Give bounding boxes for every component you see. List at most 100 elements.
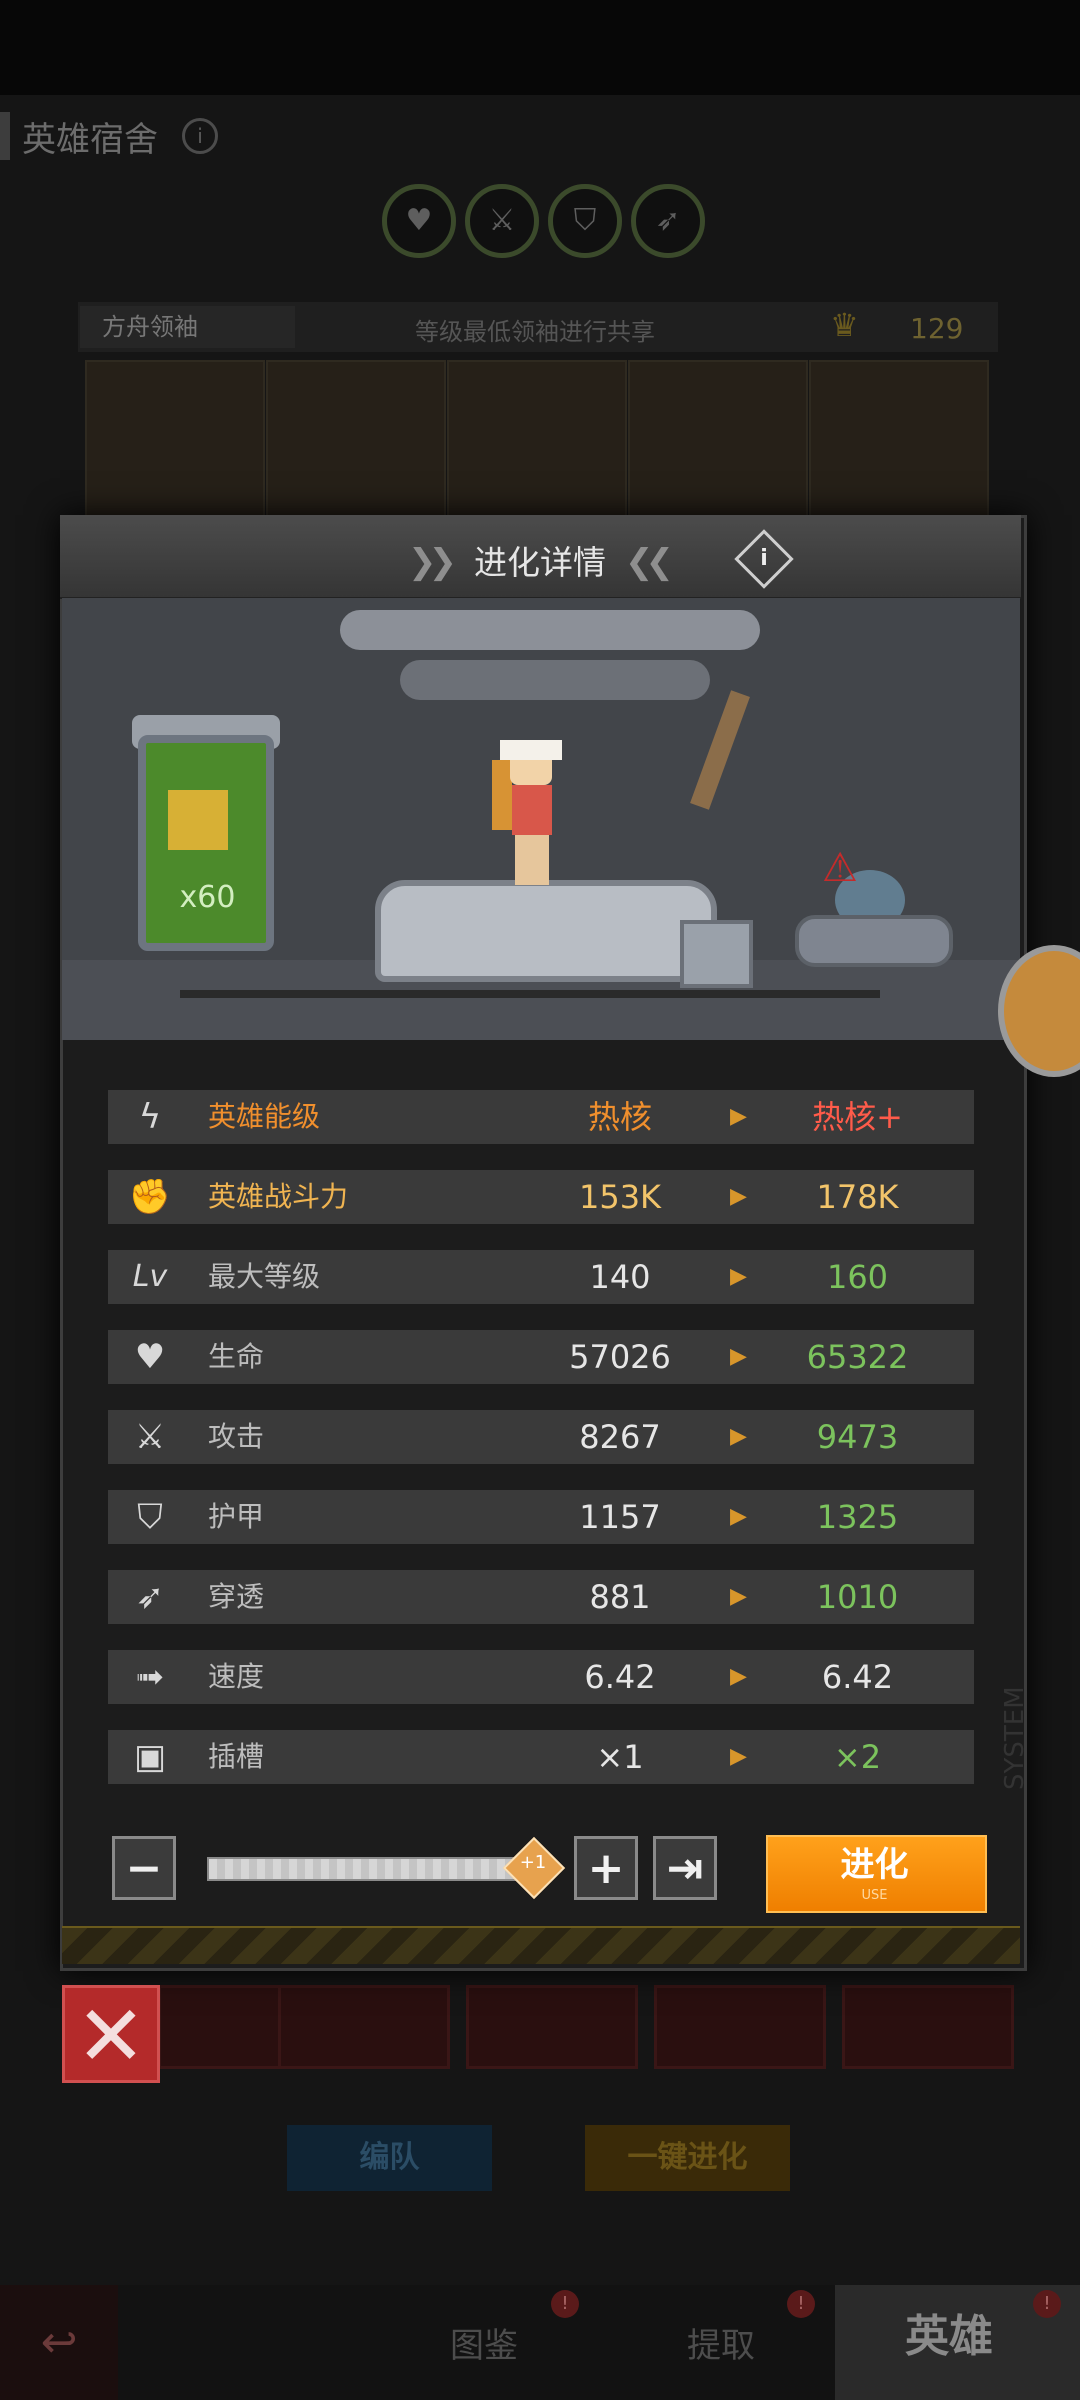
fist-icon: ✊ [128, 1177, 172, 1217]
sword-filter-icon[interactable]: ⚔ [465, 184, 539, 258]
evolve-count-slider[interactable] [207, 1857, 536, 1881]
evolve-button-label: 进化 [840, 1845, 909, 1885]
shard-count: x60 [179, 880, 236, 915]
status-bar-area [0, 0, 1080, 95]
stat-current: 140 [589, 1258, 651, 1296]
heart-filter-icon[interactable]: ♥ [382, 184, 456, 258]
stat-current: 8267 [579, 1418, 661, 1456]
stat-label: 最大等级 [208, 1260, 321, 1293]
lab-console [680, 920, 753, 988]
stat-label: 英雄能级 [208, 1100, 321, 1133]
stat-label: 生命 [208, 1340, 265, 1373]
leader-label: 方舟领袖 [80, 306, 295, 348]
team-button[interactable]: 编队 [287, 2125, 492, 2191]
stat-current: 153K [578, 1178, 662, 1216]
stat-next: 160 [826, 1258, 889, 1296]
title-accent [0, 112, 10, 160]
max-button[interactable]: ⇥ [653, 1836, 717, 1900]
pierce-icon: ➶ [135, 1577, 165, 1617]
hero-portrait[interactable] [447, 360, 627, 519]
stat-label: 穿透 [208, 1580, 265, 1613]
plus-button[interactable]: + [574, 1836, 638, 1900]
stat-current: 57026 [569, 1338, 671, 1376]
stat-label: 护甲 [208, 1500, 265, 1533]
stat-label: 插槽 [208, 1740, 265, 1773]
chevron-left-icon: ❮❮ [625, 542, 674, 582]
share-text: 等级最低领袖进行共享 [415, 318, 655, 346]
stat-label: 攻击 [208, 1420, 265, 1453]
arrow-icon: ▶ [730, 1504, 747, 1529]
slot-card [654, 1985, 826, 2069]
stat-next: ×2 [833, 1738, 882, 1776]
page-title: 英雄宿舍 [22, 120, 158, 160]
stat-next: 1010 [816, 1578, 899, 1616]
hero-sprite [515, 835, 549, 885]
arrow-icon: ▶ [730, 1184, 747, 1209]
info-icon[interactable]: i [182, 118, 218, 154]
close-button[interactable]: ✕ [62, 1985, 160, 2084]
arrow-icon: ▶ [730, 1744, 747, 1769]
stat-current: ×1 [596, 1738, 644, 1776]
stat-next: 9473 [816, 1418, 899, 1456]
stat-label: 英雄战斗力 [208, 1180, 349, 1213]
hazard-stripe [62, 1926, 1020, 1964]
sword-icon: ⚔ [134, 1417, 166, 1457]
modal-title: 进化详情 [474, 543, 606, 582]
arrow-icon: ▶ [730, 1584, 747, 1609]
stat-label: 速度 [208, 1660, 265, 1693]
speed-icon: ➟ [135, 1657, 165, 1697]
shield-icon: ⛉ [137, 1497, 163, 1537]
slot-card [278, 1985, 450, 2069]
nav-codex[interactable]: 图鉴 [450, 2318, 518, 2367]
hero-sprite [492, 760, 512, 830]
arrow-icon: ▶ [730, 1664, 747, 1689]
minus-button[interactable]: − [112, 1836, 176, 1900]
hero-portrait[interactable] [628, 360, 808, 519]
back-icon[interactable]: ↩ [0, 2285, 118, 2400]
alert-icon: ⚠ [822, 845, 858, 891]
stat-next: 6.42 [821, 1658, 894, 1696]
pierce-filter-icon[interactable]: ➶ [631, 184, 705, 258]
level-icon: Lv [132, 1259, 168, 1294]
stat-current: 881 [589, 1578, 651, 1616]
hero-portrait[interactable] [85, 360, 265, 519]
arrow-icon: ▶ [730, 1104, 747, 1129]
arrow-icon: ▶ [730, 1264, 747, 1289]
system-watermark: SYSTEM [1000, 1686, 1030, 1790]
beacon-pad [795, 915, 953, 967]
extract-badge: ! [787, 2290, 815, 2318]
stat-next: 热核+ [812, 1098, 903, 1136]
stat-current: 热核 [587, 1098, 652, 1136]
nav-hero-label: 英雄 [905, 2311, 993, 2362]
ceiling-machine [340, 610, 760, 650]
slider-value: +1 [519, 1852, 547, 1873]
hero-sprite [500, 740, 562, 760]
floor-cable [180, 990, 880, 998]
slot-card [842, 1985, 1014, 2069]
slot-icon: ▣ [133, 1737, 167, 1777]
stat-next: 65322 [806, 1338, 909, 1376]
hero-sprite [512, 785, 552, 835]
energy-icon: ϟ [138, 1097, 162, 1137]
arrow-icon: ▶ [730, 1424, 747, 1449]
hero-shard-icon [168, 790, 228, 850]
shield-filter-icon[interactable]: ⛉ [548, 184, 622, 258]
heart-icon: ♥ [134, 1337, 166, 1377]
ceiling-machine [400, 660, 710, 700]
arrow-icon: ▶ [730, 1344, 747, 1369]
hero-badge: ! [1033, 2290, 1061, 2318]
evolve-button-sub: USE [861, 1888, 888, 1903]
stat-current: 6.42 [584, 1658, 656, 1696]
level-badge-icon: ♛ [830, 306, 859, 344]
hero-portrait[interactable] [266, 360, 446, 519]
slot-card [466, 1985, 638, 2069]
stat-next: 178K [816, 1178, 899, 1216]
hero-platform [375, 880, 717, 982]
nav-extract[interactable]: 提取 [687, 2318, 755, 2367]
leader-level: 129 [910, 312, 964, 345]
hero-portrait[interactable] [809, 360, 989, 519]
stat-current: 1157 [579, 1498, 661, 1536]
stat-next: 1325 [816, 1498, 899, 1536]
codex-badge: ! [551, 2290, 579, 2318]
auto-evolve-button[interactable]: 一键进化 [585, 2125, 790, 2191]
